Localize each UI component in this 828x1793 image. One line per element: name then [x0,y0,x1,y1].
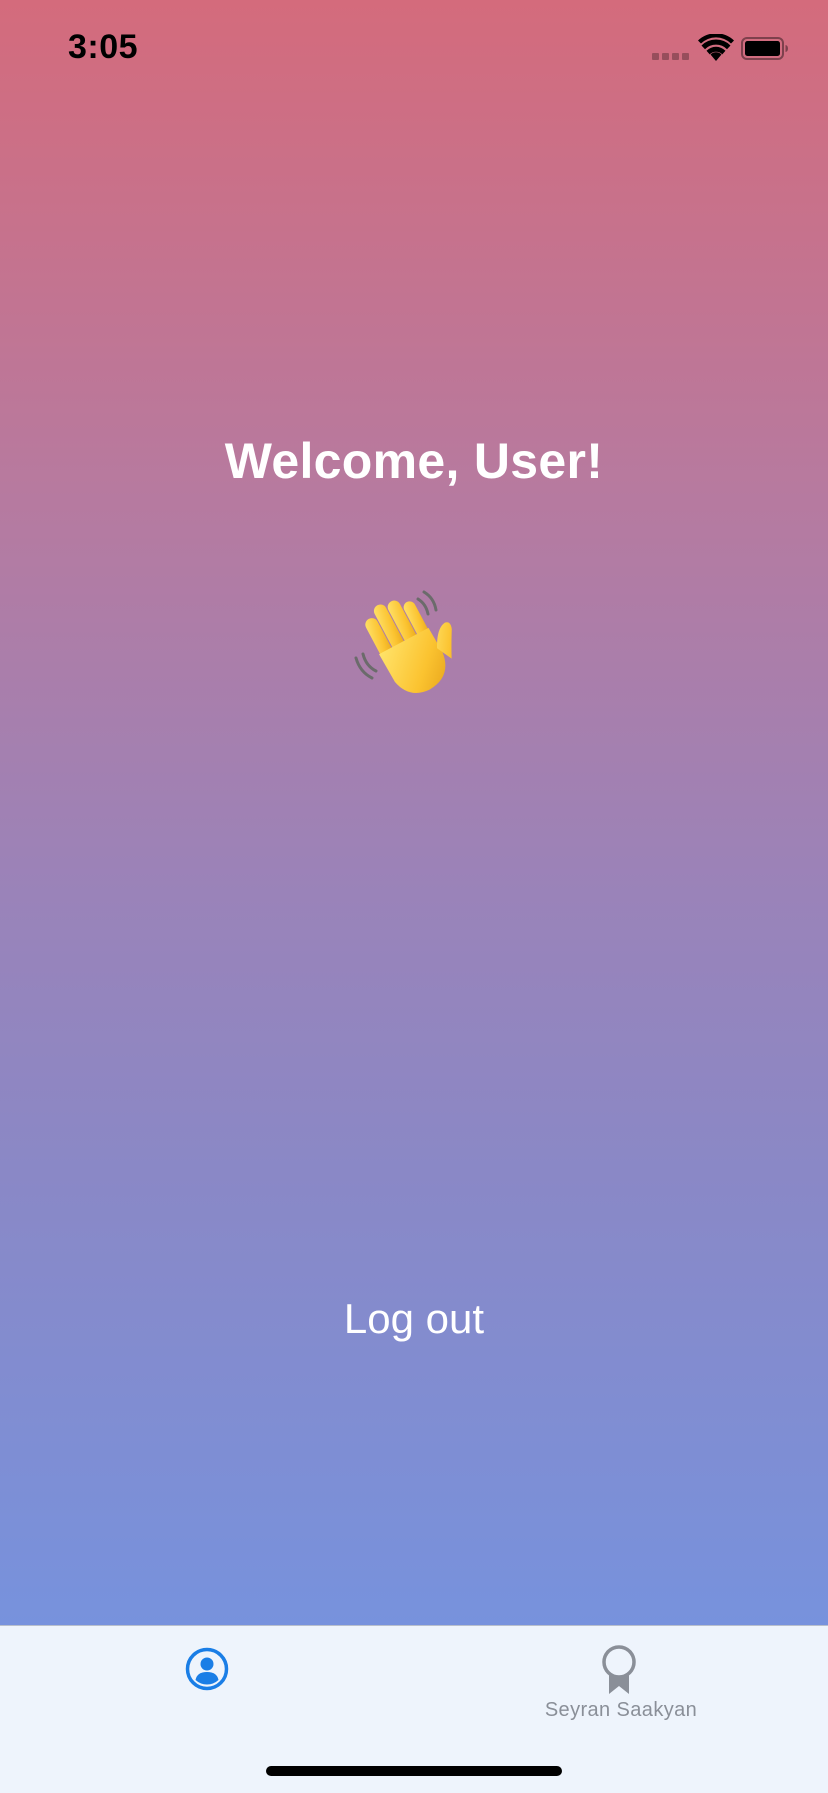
battery-icon [741,37,788,60]
logout-button[interactable]: Log out [314,1288,514,1350]
waving-hand-emoji [354,590,452,693]
award-ribbon-icon [602,1645,636,1694]
app-screen: 3:05 Welcome, User! Log out [0,0,828,1626]
cellular-signal-icon [652,53,689,60]
tab-profile[interactable] [0,1626,414,1736]
tab-award-label: Seyran Saakyan [544,1699,698,1721]
tab-award[interactable]: Seyran Saakyan [414,1626,828,1736]
home-indicator [266,1766,562,1776]
person-circle-icon [185,1647,229,1691]
status-time: 3:05 [68,28,139,66]
wifi-icon [698,34,734,61]
welcome-title: Welcome, User! [224,433,604,489]
